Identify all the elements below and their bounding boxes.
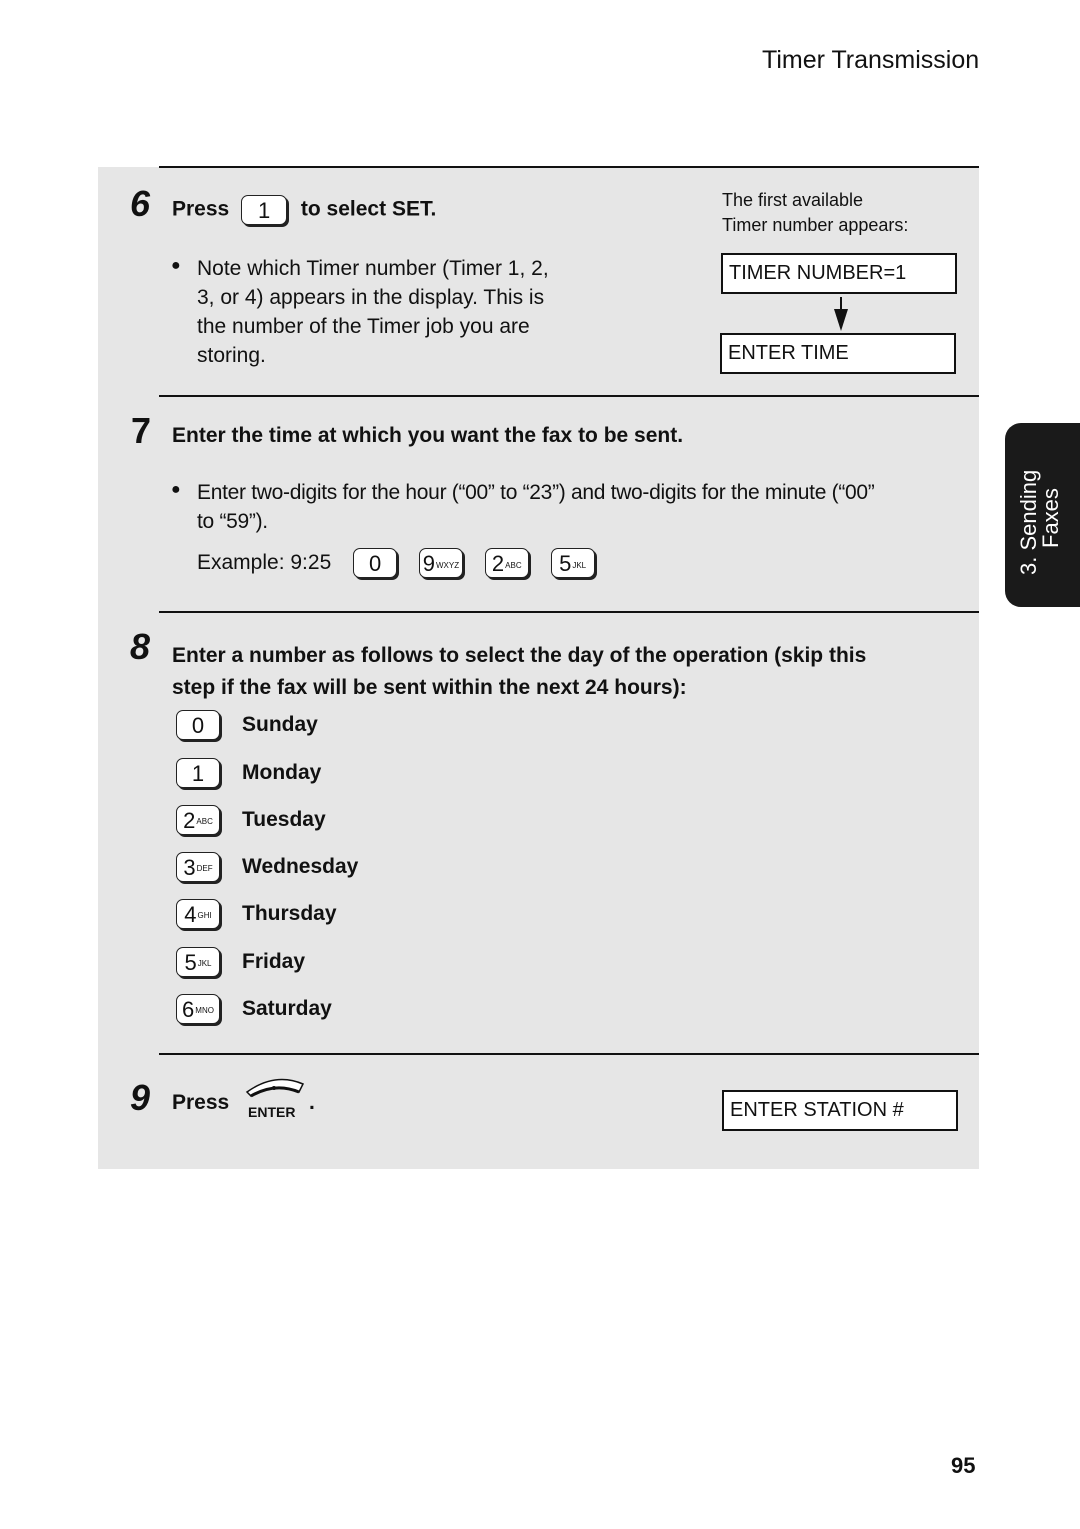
key-letters: JKL [572, 560, 587, 570]
key-5-button[interactable]: 5JKL [550, 548, 595, 579]
enter-key-label: ENTER [248, 1104, 296, 1120]
lcd-display-enter-time: ENTER TIME [720, 333, 956, 374]
key-letters: ABC [196, 817, 213, 827]
key-0-button[interactable]: 0 [176, 710, 220, 740]
period: . [309, 1091, 315, 1114]
lcd-display-timer-number: TIMER NUMBER=1 [721, 253, 957, 294]
example-row: Example: 9:25 0 9WXYZ 2ABC 5JKL [197, 548, 595, 579]
key-letters: JKL [197, 959, 212, 969]
divider [159, 1053, 979, 1055]
enter-key-button[interactable]: ENTER [243, 1078, 307, 1120]
key-digit: 9 [422, 551, 435, 577]
day-label: Sunday [242, 713, 318, 736]
bullet-text: Note which Timer number (Timer 1, 2, 3, … [197, 254, 549, 370]
day-label: Monday [242, 761, 322, 784]
chapter-tab-label: 3. Sending Faxes [1016, 469, 1063, 575]
text-line: 3. Sending [1016, 469, 1041, 575]
page-number: 95 [951, 1453, 976, 1478]
bullet-icon: ● [171, 257, 181, 274]
bullet-icon: ● [171, 481, 181, 498]
key-digit: 5 [184, 950, 197, 975]
step-heading: Enter the time at which you want the fax… [172, 424, 684, 447]
text-line: to “59”). [197, 510, 268, 533]
day-label: Saturday [242, 997, 332, 1020]
side-note: The first available Timer number appears… [722, 188, 908, 238]
arrow-down-icon [834, 297, 848, 331]
key-1-button[interactable]: 1 [241, 195, 288, 225]
key-digit: 0 [191, 713, 205, 738]
key-9-button[interactable]: 9WXYZ [418, 548, 463, 579]
text-line: Timer number appears: [722, 215, 909, 235]
divider [159, 166, 979, 168]
day-label: Wednesday [242, 855, 359, 878]
key-digit: 0 [368, 551, 382, 577]
text-line: Note which Timer number (Timer 1, 2, [197, 257, 549, 280]
divider [159, 611, 979, 613]
enter-key-icon [245, 1078, 305, 1098]
key-0-button[interactable]: 0 [353, 548, 398, 579]
text-line: the number of the Timer job you are [197, 315, 530, 338]
key-2-button[interactable]: 2ABC [176, 805, 220, 835]
key-digit: 3 [183, 855, 196, 880]
key-letters: DEF [196, 864, 213, 874]
text-line: step if the fax will be sent within the … [172, 676, 687, 699]
key-6-button[interactable]: 6MNO [176, 994, 220, 1024]
day-label: Tuesday [242, 808, 326, 831]
key-digit: 1 [191, 761, 205, 786]
text-line: Enter two-digits for the hour (“00” to “… [197, 481, 875, 504]
key-3-button[interactable]: 3DEF [176, 852, 220, 882]
divider [159, 395, 979, 397]
text-line: 3, or 4) appears in the display. This is [197, 286, 545, 309]
key-1-button[interactable]: 1 [176, 758, 220, 788]
key-digit: 2 [491, 551, 505, 577]
key-letters: GHI [197, 911, 212, 921]
key-digit: 2 [183, 808, 196, 833]
step-heading: Press 1 to select SET. [172, 195, 436, 225]
key-letters: ABC [505, 560, 522, 570]
step-number: 9 [130, 1077, 151, 1118]
bullet-text: Enter two-digits for the hour (“00” to “… [197, 478, 875, 536]
key-letters: WXYZ [436, 560, 460, 570]
key-digit: 6 [182, 997, 195, 1022]
step-heading: Enter a number as follows to select the … [172, 640, 866, 704]
step-number: 7 [131, 410, 152, 451]
day-label: Friday [242, 950, 306, 973]
press-label: Press [172, 197, 230, 221]
key-5-button[interactable]: 5JKL [176, 947, 220, 977]
key-digit: 5 [559, 551, 572, 577]
lcd-display-enter-station: ENTER STATION # [722, 1090, 958, 1131]
example-label: Example: 9:25 [197, 551, 332, 574]
key-letters: MNO [195, 1006, 214, 1016]
page-header-title: Timer Transmission [762, 46, 980, 74]
press-label: Press [172, 1091, 230, 1114]
key-4-button[interactable]: 4GHI [176, 899, 220, 929]
step-heading-text: to select SET. [300, 197, 437, 221]
key-2-button[interactable]: 2ABC [484, 548, 529, 579]
key-digit: 1 [257, 198, 271, 223]
key-digit: 4 [184, 902, 197, 927]
step-number: 8 [130, 626, 151, 667]
text-line: Enter a number as follows to select the … [172, 644, 867, 667]
day-label: Thursday [242, 902, 337, 925]
text-line: The first available [722, 190, 864, 210]
text-line: Faxes [1038, 488, 1063, 548]
step-number: 6 [130, 183, 151, 224]
text-line: storing. [197, 344, 266, 367]
